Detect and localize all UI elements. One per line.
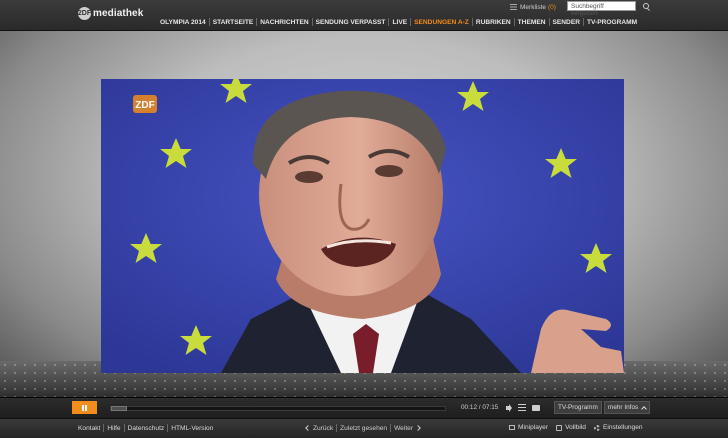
footer-link[interactable]: Hilfe xyxy=(104,425,123,432)
sliders-icon xyxy=(517,404,526,411)
player-controls: 00:12 / 07:15 TV-Programm mehr Infos xyxy=(0,397,728,418)
merkliste-count: (0) xyxy=(548,3,556,11)
mehr-infos-label: mehr Infos xyxy=(608,404,639,411)
miniplayer-icon xyxy=(509,425,515,430)
tv-programm-button[interactable]: TV-Programm xyxy=(554,401,602,414)
progress-handle[interactable] xyxy=(111,406,127,411)
nav-item[interactable]: SENDER xyxy=(550,19,583,26)
fullscreen-icon xyxy=(556,424,563,431)
logo-text: mediathek xyxy=(93,7,144,19)
logo-mark-text: 2DF xyxy=(77,9,92,17)
nav-item[interactable]: RUBRIKEN xyxy=(473,19,514,26)
player-tools: Miniplayer Vollbild Einstellungen xyxy=(505,424,647,431)
forward-label: Weiter xyxy=(394,424,414,432)
recent-link[interactable]: Zuletzt gesehen xyxy=(337,425,390,432)
time-display: 00:12 / 07:15 xyxy=(461,404,499,411)
gear-icon xyxy=(593,424,600,431)
footer-link[interactable]: Datenschutz xyxy=(125,425,168,432)
recent-label: Zuletzt gesehen xyxy=(340,424,388,432)
comments-button[interactable] xyxy=(530,402,541,413)
merkliste-label: Merkliste xyxy=(520,3,547,11)
nav-item[interactable]: SENDUNG VERPASST xyxy=(313,19,389,26)
nav-item[interactable]: NACHRICHTEN xyxy=(257,19,311,26)
video-frame[interactable]: ZDF xyxy=(101,79,624,373)
site-footer: Kontakt Hilfe Datenschutz HTML-Version Zurü… xyxy=(0,418,728,438)
chevron-right-icon xyxy=(415,425,421,431)
nav-item[interactable]: STARTSEITE xyxy=(210,19,257,26)
einstellungen-button[interactable]: Einstellungen xyxy=(590,424,647,431)
nav-item[interactable]: OLYMPIA 2014 xyxy=(157,19,209,26)
nav-item[interactable]: THEMEN xyxy=(515,19,549,26)
chevron-up-icon xyxy=(641,405,648,412)
nav-item[interactable]: TV-PROGRAMM xyxy=(584,19,640,26)
search-icon xyxy=(643,3,649,9)
main-navigation: OLYMPIA 2014 STARTSEITE NACHRICHTEN SENDUNG… xyxy=(157,17,640,27)
einstellungen-label: Einstellungen xyxy=(602,424,643,431)
forward-link[interactable]: Weiter xyxy=(391,425,423,432)
mehr-infos-button[interactable]: mehr Infos xyxy=(604,401,651,414)
back-label: Zurück xyxy=(313,424,334,432)
nav-item[interactable]: LIVE xyxy=(389,19,410,26)
site-header: 2DF mediathek Merkliste (0) Suchbegriff … xyxy=(0,0,728,31)
video-image xyxy=(101,79,624,373)
vollbild-button[interactable]: Vollbild xyxy=(552,424,590,431)
zdf-logo-icon: ZDF xyxy=(133,95,157,113)
miniplayer-label: Miniplayer xyxy=(518,424,549,431)
vollbild-label: Vollbild xyxy=(565,424,586,431)
footer-link[interactable]: Kontakt xyxy=(75,425,103,432)
settings-sliders-button[interactable] xyxy=(516,402,527,413)
zdf-overlay-text: ZDF xyxy=(135,100,154,111)
list-icon xyxy=(510,4,517,10)
miniplayer-button[interactable]: Miniplayer xyxy=(505,424,552,431)
zdf-logo-icon: 2DF xyxy=(77,6,92,20)
search-input[interactable]: Suchbegriff eingeben xyxy=(567,1,636,17)
pause-button[interactable] xyxy=(72,401,97,414)
footer-link[interactable]: HTML-Version xyxy=(168,425,216,432)
nav-item[interactable]: SENDUNGEN A-Z xyxy=(411,19,472,26)
merkliste-link[interactable]: Merkliste (0) xyxy=(510,1,556,13)
history-navigation: Zurück Zuletzt gesehen Weiter xyxy=(303,424,423,432)
footer-links: Kontakt Hilfe Datenschutz HTML-Version xyxy=(75,424,216,432)
progress-bar[interactable] xyxy=(110,406,446,411)
search-button[interactable] xyxy=(640,1,652,11)
back-link[interactable]: Zurück xyxy=(303,425,336,432)
speaker-icon xyxy=(506,403,512,412)
zdf-mediathek-logo[interactable]: 2DF mediathek xyxy=(78,6,143,20)
pause-icon xyxy=(82,404,87,411)
chevron-left-icon xyxy=(305,425,311,431)
speech-bubble-icon xyxy=(531,404,540,411)
volume-button[interactable] xyxy=(502,402,513,413)
tv-programm-label: TV-Programm xyxy=(558,404,598,411)
